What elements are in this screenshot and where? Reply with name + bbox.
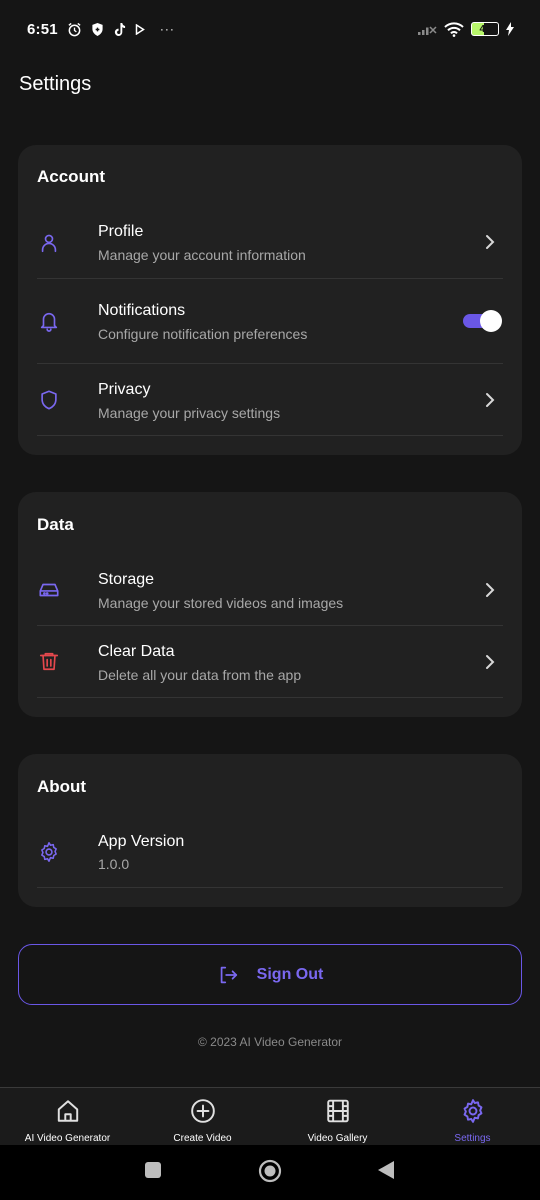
status-bar: 6:51 ··· 46 [0, 0, 540, 58]
nav-label: Video Gallery [307, 1133, 368, 1144]
recents-icon[interactable] [144, 1161, 162, 1179]
toggle-knob [480, 310, 502, 332]
status-right: 46 [417, 21, 514, 37]
row-title: Notifications [98, 302, 186, 319]
bottom-nav: AI Video Generator Create Video Video Ga… [0, 1087, 540, 1145]
app-version-value: 1.0.0 [98, 856, 130, 872]
settings-row-clear-data[interactable]: Clear Data Delete all your data from the… [37, 626, 503, 698]
notifications-toggle[interactable] [463, 310, 502, 332]
gear-icon [459, 1097, 487, 1125]
row-subtitle: Manage your privacy settings [98, 405, 281, 421]
nav-item-home[interactable]: AI Video Generator [0, 1088, 135, 1146]
charging-bolt-icon [506, 22, 514, 36]
film-icon [324, 1097, 352, 1125]
account-section-title: Account [37, 167, 105, 186]
nav-label: Settings [454, 1133, 491, 1144]
row-subtitle: Manage your account information [98, 247, 306, 263]
home-circle-icon[interactable] [258, 1159, 282, 1183]
status-time: 6:51 [27, 20, 58, 38]
tiktok-icon [113, 22, 126, 37]
settings-row-app-version: App Version 1.0.0 [37, 818, 503, 888]
settings-row-notifications[interactable]: Notifications Configure notification pre… [37, 279, 503, 364]
settings-row-profile[interactable]: Profile Manage your account information [37, 209, 503, 279]
more-dots-icon: ··· [159, 22, 175, 36]
back-icon[interactable] [377, 1160, 395, 1180]
row-subtitle: Configure notification preferences [98, 326, 308, 342]
chevron-right-icon [483, 580, 497, 600]
page-title: Settings [19, 73, 92, 95]
data-section-title: Data [37, 515, 74, 534]
nav-item-video-gallery[interactable]: Video Gallery [270, 1088, 405, 1146]
bell-icon [37, 309, 61, 333]
account-card: Account Profile Manage your account info… [18, 145, 522, 455]
about-card: About App Version 1.0.0 [18, 754, 522, 907]
alarm-icon [67, 22, 82, 37]
row-subtitle: Delete all your data from the app [98, 667, 302, 683]
home-icon [54, 1097, 82, 1125]
play-icon [135, 23, 145, 35]
sign-out-button[interactable]: Sign Out [18, 944, 522, 1005]
chevron-right-icon [483, 390, 497, 410]
chevron-right-icon [483, 232, 497, 252]
signal-icon [417, 22, 437, 36]
plus-circle-icon [189, 1097, 217, 1125]
vpn-shield-icon [91, 22, 104, 37]
data-card: Data Storage Manage your stored videos a… [18, 492, 522, 717]
battery-icon: 46 [471, 22, 499, 36]
wifi-icon [444, 21, 464, 37]
battery-level: 46 [479, 23, 491, 35]
nav-label: Create Video [173, 1133, 232, 1144]
row-title: Privacy [98, 381, 151, 398]
user-icon [37, 231, 61, 255]
settings-row-privacy[interactable]: Privacy Manage your privacy settings [37, 364, 503, 436]
hard-drive-icon [37, 578, 61, 602]
chevron-right-icon [483, 652, 497, 672]
row-title: Storage [98, 571, 155, 588]
copyright-text: © 2023 AI Video Generator [197, 1035, 343, 1049]
gear-icon [37, 840, 61, 864]
shield-icon [37, 388, 61, 412]
trash-icon [37, 649, 61, 673]
system-navigation-bar [0, 1145, 540, 1200]
status-left: 6:51 ··· [27, 21, 175, 38]
row-title: Clear Data [98, 643, 175, 660]
settings-row-storage[interactable]: Storage Manage your stored videos and im… [37, 556, 503, 626]
sign-out-label: Sign Out [256, 965, 324, 983]
nav-item-settings[interactable]: Settings [405, 1088, 540, 1146]
nav-label: AI Video Generator [24, 1133, 111, 1144]
about-section-title: About [37, 777, 87, 796]
row-subtitle: Manage your stored videos and images [98, 595, 344, 611]
nav-item-create-video[interactable]: Create Video [135, 1088, 270, 1146]
row-title: Profile [98, 223, 144, 240]
logout-icon [217, 964, 239, 986]
row-title: App Version [98, 833, 185, 850]
